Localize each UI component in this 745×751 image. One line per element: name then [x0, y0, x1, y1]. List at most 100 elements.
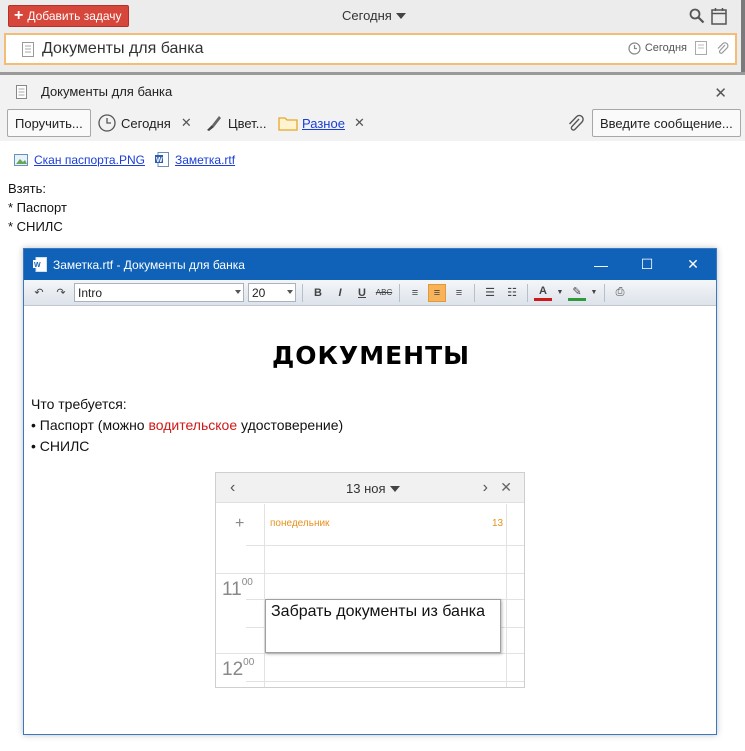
- text-run: удостоверение): [237, 417, 344, 433]
- align-left-icon[interactable]: ≡: [406, 284, 424, 302]
- format-toolbar: ↶ ↷ Intro 20 B I U ABC ≡ ≡ ≡ ☰ ☷ A ▼ ✎ ▼…: [24, 280, 716, 306]
- due-date-label: Сегодня: [121, 115, 171, 131]
- document-heading: ДОКУМЕНТЫ: [271, 341, 471, 370]
- clock-icon: [98, 114, 116, 132]
- search-icon[interactable]: [689, 8, 705, 24]
- align-center-icon[interactable]: ≡: [428, 283, 446, 302]
- italic-icon[interactable]: I: [331, 284, 349, 302]
- folder-icon: [278, 117, 298, 131]
- hour-value: 11: [222, 579, 242, 600]
- document-body[interactable]: Что требуется: • Паспорт (можно водитель…: [31, 394, 343, 457]
- document-line: Что требуется:: [31, 396, 127, 412]
- hour-value: 12: [222, 659, 244, 680]
- calendar-date: 13 ноя: [346, 481, 386, 496]
- underline-icon[interactable]: U: [353, 284, 371, 302]
- chevron-down-icon: [235, 290, 241, 294]
- close-icon: ✕: [500, 479, 512, 495]
- minimize-icon[interactable]: —: [578, 249, 624, 280]
- date-filter-dropdown[interactable]: Сегодня: [342, 8, 406, 23]
- window-titlebar[interactable]: W Заметка.rtf - Документы для банка — ☐ …: [24, 249, 716, 280]
- grid-line: [506, 504, 507, 687]
- color-label: Цвет...: [228, 115, 267, 131]
- close-icon[interactable]: ✕: [714, 84, 727, 102]
- task-row-selected[interactable]: Документы для банка Сегодня: [4, 33, 737, 65]
- svg-text:W: W: [34, 262, 41, 269]
- embedded-calendar-image: ‹ 13 ноя › ✕ + понедельник 13 1100 1200 …: [215, 472, 525, 688]
- detail-title: Документы для банка: [41, 84, 173, 99]
- strikethrough-icon[interactable]: ABC: [375, 284, 393, 302]
- text-run-red: водительское: [148, 417, 238, 433]
- clock-icon: [628, 41, 641, 55]
- notes-line: * Паспорт: [8, 200, 67, 215]
- assign-button[interactable]: Поручить...: [7, 109, 91, 137]
- text-run: • Паспорт (можно: [31, 417, 149, 433]
- clear-date-icon[interactable]: ✕: [181, 115, 192, 131]
- calendar-event: Забрать документы из банка: [265, 599, 501, 653]
- image-file-icon: [14, 153, 28, 166]
- plus-icon: +: [235, 515, 245, 532]
- hour-label: 1200: [222, 657, 255, 681]
- redo-icon[interactable]: ↷: [52, 284, 70, 302]
- word-file-icon: W: [154, 152, 169, 167]
- date-filter-label: Сегодня: [342, 8, 392, 23]
- attachment-link[interactable]: Скан паспорта.PNG: [34, 153, 145, 167]
- assign-label: Поручить...: [15, 115, 83, 131]
- calendar-day-number: 13: [492, 518, 504, 529]
- calendar-icon[interactable]: [711, 7, 727, 25]
- font-color-icon[interactable]: A: [534, 285, 552, 301]
- grid-line: [246, 545, 264, 546]
- word-file-icon: W: [33, 257, 47, 272]
- font-size-value: 20: [252, 285, 266, 300]
- font-size-select[interactable]: 20: [248, 283, 296, 302]
- calendar-day-name: понедельник: [270, 518, 330, 529]
- attachment-link[interactable]: Заметка.rtf: [175, 153, 235, 167]
- font-name-select[interactable]: Intro: [74, 283, 244, 302]
- close-icon[interactable]: ✕: [670, 249, 716, 280]
- folder-link[interactable]: Разное: [302, 116, 345, 131]
- task-list-header: + Добавить задачу Сегодня Документы для …: [0, 0, 745, 72]
- divider: [527, 283, 528, 302]
- calendar-date-selector: 13 ноя: [346, 481, 400, 496]
- minute-value: 00: [243, 657, 255, 668]
- paperclip-icon: [568, 114, 584, 131]
- divider: [604, 283, 605, 302]
- note-icon: [22, 41, 34, 57]
- highlight-icon[interactable]: ✎: [568, 285, 586, 301]
- align-right-icon[interactable]: ≡: [450, 284, 468, 302]
- hour-label: 1100: [222, 577, 253, 601]
- chevron-down-icon: [389, 485, 400, 492]
- numbered-list-icon[interactable]: ☷: [503, 284, 521, 302]
- add-task-label: Добавить задачу: [27, 9, 122, 23]
- maximize-icon[interactable]: ☐: [624, 249, 670, 280]
- chevron-left-icon: ‹: [230, 479, 236, 496]
- message-button[interactable]: Введите сообщение...: [592, 109, 741, 137]
- divider: [474, 283, 475, 302]
- add-task-button[interactable]: + Добавить задачу: [8, 5, 129, 27]
- svg-text:W: W: [156, 157, 163, 164]
- document-line: • Паспорт (можно водительское удостовере…: [31, 415, 343, 436]
- notes-line: * СНИЛС: [8, 219, 63, 234]
- grid-line: [246, 681, 524, 682]
- grid-line: [216, 573, 524, 574]
- chevron-down-icon: [395, 12, 406, 19]
- chevron-down-icon: [287, 290, 293, 294]
- grid-line: [216, 653, 524, 654]
- calendar-header: ‹ 13 ноя › ✕: [216, 473, 524, 503]
- task-date: Сегодня: [644, 42, 687, 54]
- divider: [399, 283, 400, 302]
- attach-button[interactable]: [566, 109, 584, 137]
- bullet-list-icon[interactable]: ☰: [481, 284, 499, 302]
- grid-line: [264, 545, 524, 546]
- clear-folder-icon[interactable]: ✕: [354, 115, 365, 131]
- print-icon[interactable]: ⎙: [611, 284, 629, 302]
- divider: [302, 283, 303, 302]
- undo-icon[interactable]: ↶: [30, 284, 48, 302]
- color-picker[interactable]: Цвет...: [205, 109, 267, 137]
- due-date-field[interactable]: Сегодня ✕: [98, 109, 192, 137]
- bold-icon[interactable]: B: [309, 284, 327, 302]
- folder-field[interactable]: Разное ✕: [278, 109, 365, 137]
- task-title: Документы для банка: [42, 40, 204, 57]
- chevron-down-icon[interactable]: ▼: [556, 284, 564, 302]
- chevron-down-icon[interactable]: ▼: [590, 284, 598, 302]
- note-icon: [695, 41, 707, 55]
